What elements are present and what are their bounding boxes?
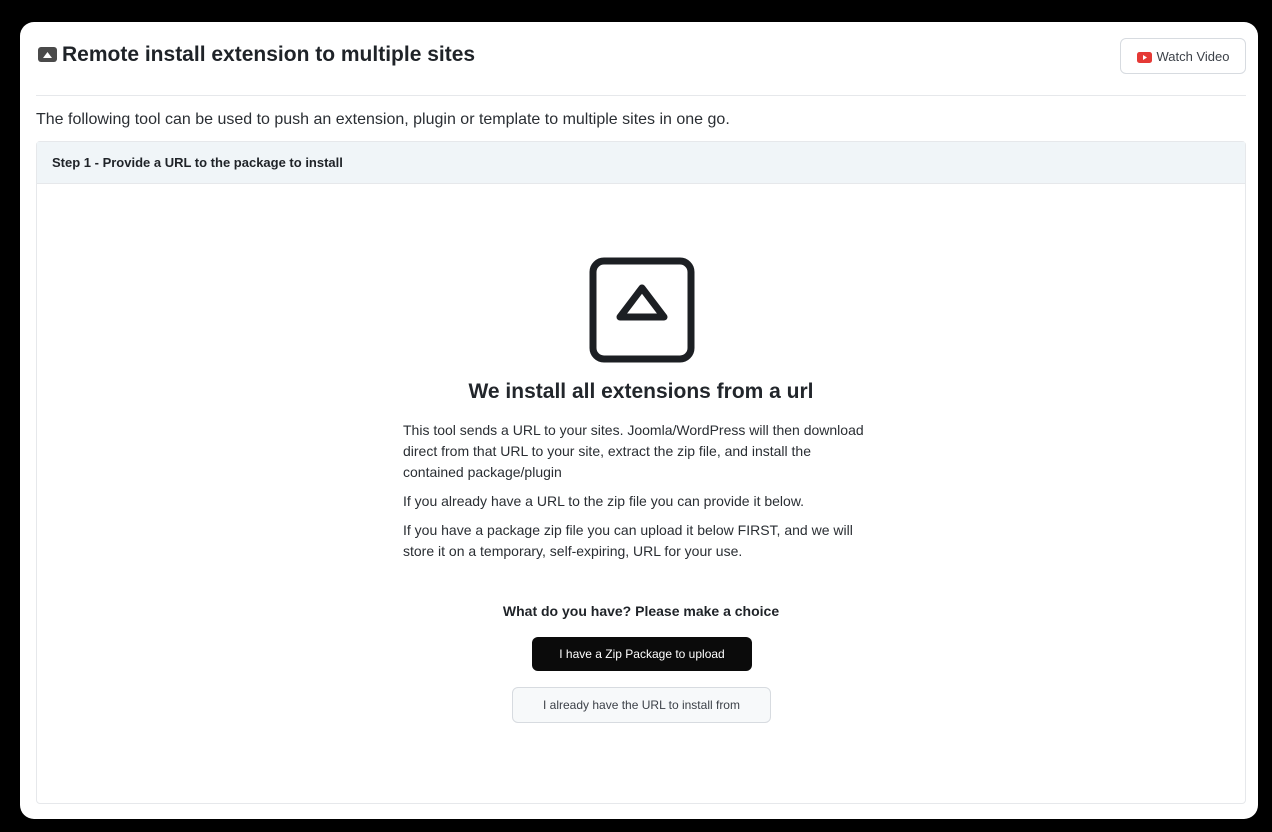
have-url-button[interactable]: I already have the URL to install from: [512, 687, 771, 723]
description-paragraph: This tool sends a URL to your sites. Joo…: [403, 422, 864, 480]
app-window: Remote install extension to multiple sit…: [20, 22, 1258, 819]
youtube-icon: [1136, 51, 1152, 63]
step-1-panel: Step 1 - Provide a URL to the package to…: [36, 141, 1246, 804]
watch-video-button[interactable]: Watch Video: [1120, 38, 1246, 74]
step-description: This tool sends a URL to your sites. Joo…: [403, 420, 875, 570]
page-header: Remote install extension to multiple sit…: [36, 36, 1246, 96]
upload-zip-button[interactable]: I have a Zip Package to upload: [532, 637, 752, 671]
step-header: Step 1 - Provide a URL to the package to…: [37, 142, 1245, 184]
caret-up-icon[interactable]: [38, 47, 57, 62]
watch-video-label: Watch Video: [1156, 48, 1230, 64]
description-paragraph: If you already have a URL to the zip fil…: [403, 493, 805, 509]
intro-text: The following tool can be used to push a…: [36, 111, 730, 128]
page-title: Remote install extension to multiple sit…: [62, 43, 476, 66]
step-headline: We install all extensions from a url: [468, 380, 814, 403]
choice-prompt: What do you have? Please make a choice: [502, 603, 780, 619]
description-paragraph: If you have a package zip file you can u…: [403, 522, 853, 559]
upload-triangle-icon: [589, 257, 695, 363]
